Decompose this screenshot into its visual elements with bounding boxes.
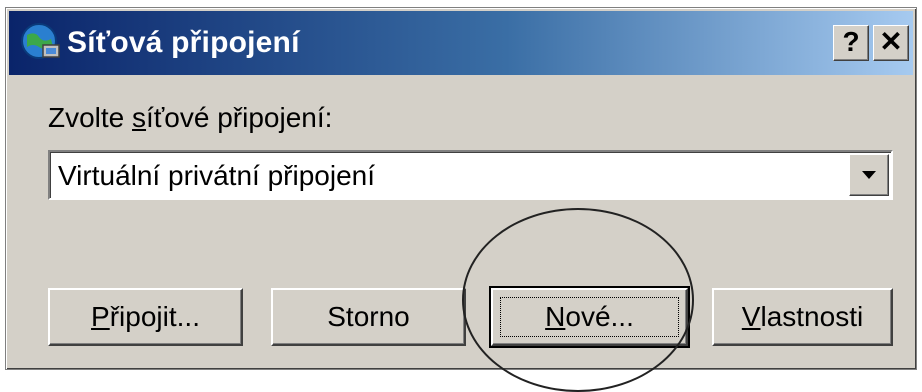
window-title: Síťová připojení [67,26,300,59]
properties-button[interactable]: Vlastnosti [712,288,893,346]
focus-rectangle [500,297,679,337]
label-text-suffix: íťové připojení: [146,102,333,133]
dropdown-selected-value: Virtuální privátní připojení [58,160,375,191]
connection-select-label: Zvolte síťové připojení: [48,100,332,136]
properties-label: lastnosti [760,301,864,332]
label-accelerator: s [132,102,147,133]
title-bar[interactable]: Síťová připojení ? ✕ [9,11,913,75]
dropdown-arrow-button[interactable] [849,154,889,196]
connect-accelerator: P [91,301,110,332]
network-connections-icon [21,23,60,59]
label-text-prefix: Zvolte [48,102,133,133]
chevron-down-icon [862,171,876,179]
properties-accelerator: V [741,301,761,332]
help-button[interactable]: ? [833,25,869,61]
new-button[interactable]: Nové... [489,286,690,348]
close-icon: ✕ [879,26,903,57]
connection-dropdown[interactable]: Virtuální privátní připojení [48,150,893,200]
connect-button[interactable]: Připojit... [48,288,243,346]
cancel-button[interactable]: Storno [271,288,466,346]
network-connection-dialog: Síťová připojení ? ✕ Zvolte síťové připo… [5,7,917,370]
close-button[interactable]: ✕ [873,25,909,61]
connect-label: řipojit... [109,301,200,332]
